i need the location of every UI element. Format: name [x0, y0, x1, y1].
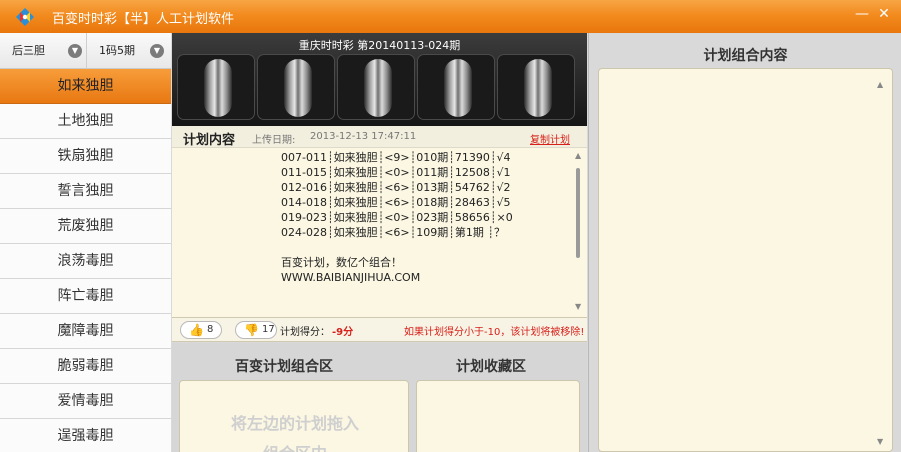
plan-line: 012-016┊如来独胆┊<6>┊013期┊54762┊√2	[281, 181, 511, 194]
combo-hint-line: 组合区内	[180, 439, 410, 452]
lottery-title: 重庆时时彩 第20140113-024期	[298, 39, 461, 52]
sidebar: 后三胆 ▼ 1码5期 ▼ 如来独胆 土地独胆 铁扇独胆 誓言独胆 荒废独胆 浪荡…	[0, 33, 171, 452]
combo-drop-zone[interactable]: 将左边的计划拖入 组合区内	[179, 380, 409, 452]
period-select-value: 1码5期	[99, 44, 135, 57]
plan-line: 019-023┊如来独胆┊<0>┊023期┊58656┊×0	[281, 211, 513, 224]
up-count: 8	[207, 324, 214, 335]
vote-row: 👍 8 👎 17 计划得分： -9分 如果计划得分小于-10，该计划将被移除!	[172, 318, 587, 342]
thumbs-down-button[interactable]: 👎 17	[235, 321, 277, 339]
plan-line: 014-018┊如来独胆┊<6>┊018期┊28463┊√5	[281, 196, 511, 209]
window-title: 百变时时彩【半】人工计划软件	[52, 12, 235, 27]
thumbs-down-icon: 👎	[244, 323, 259, 337]
score-value: -9分	[332, 327, 354, 338]
favorites-box[interactable]	[416, 380, 580, 452]
lottery-header: 重庆时时彩 第20140113-024期	[172, 33, 587, 126]
down-count: 17	[262, 324, 275, 335]
plan-item-langdang[interactable]: 浪荡毒胆	[0, 244, 171, 279]
lottery-reel	[177, 54, 255, 120]
removal-warning: 如果计划得分小于-10，该计划将被移除!	[404, 327, 585, 338]
center-panel: 重庆时时彩 第20140113-024期 计划内容 上传日期: 2013-12-…	[172, 33, 587, 452]
plan-item-rulai[interactable]: 如来独胆	[0, 69, 171, 104]
plan-header: 计划内容 上传日期: 2013-12-13 17:47:11 复制计划	[172, 126, 587, 148]
thumbs-up-icon: 👍	[189, 323, 204, 337]
plan-item-cuiruo[interactable]: 脆弱毒胆	[0, 349, 171, 384]
minimize-button[interactable]: —	[852, 5, 872, 23]
lottery-reel	[257, 54, 335, 120]
combo-content-title: 计划组合内容	[703, 48, 788, 64]
plan-note: 百变计划，数亿个组合！	[281, 256, 402, 269]
plan-content-panel: 计划内容 上传日期: 2013-12-13 17:47:11 复制计划 007-…	[172, 126, 587, 318]
plan-item-zhenwang[interactable]: 阵亡毒胆	[0, 279, 171, 314]
reel-blur	[284, 59, 312, 117]
filter-row: 后三胆 ▼ 1码5期 ▼	[0, 33, 171, 69]
plan-line: 007-011┊如来独胆┊<9>┊010期┊71390┊√4	[281, 151, 511, 164]
chevron-down-icon: ▼	[150, 44, 164, 58]
plan-line: 011-015┊如来独胆┊<0>┊011期┊12508┊√1	[281, 166, 511, 179]
reel-blur	[364, 59, 392, 117]
plan-item-huangfei[interactable]: 荒废独胆	[0, 209, 171, 244]
plan-item-tudi[interactable]: 土地独胆	[0, 104, 171, 139]
plan-line: 024-028┊如来独胆┊<6>┊109期┊第1期 ┊？	[281, 226, 505, 239]
title-bar: 百变时时彩【半】人工计划软件 — ✕	[0, 0, 901, 33]
upload-date-label: 上传日期:	[252, 135, 296, 146]
position-select-value: 后三胆	[12, 44, 45, 57]
scroll-up-arrow-icon[interactable]: ▲	[877, 80, 883, 89]
reel-blur	[204, 59, 232, 117]
position-select[interactable]: 后三胆 ▼	[0, 33, 87, 69]
copy-plan-link[interactable]: 复制计划	[530, 131, 570, 146]
plan-url: WWW.BAIBIANJIHUA.COM	[281, 271, 421, 284]
lottery-reel	[497, 54, 575, 120]
reel-blur	[524, 59, 552, 117]
combo-title: 百变计划组合区	[235, 359, 333, 375]
score-label: 计划得分：	[280, 327, 330, 338]
lottery-reel	[337, 54, 415, 120]
chevron-down-icon: ▼	[68, 44, 82, 58]
plan-item-shiyan[interactable]: 誓言独胆	[0, 174, 171, 209]
combo-hint: 将左边的计划拖入 组合区内	[180, 409, 410, 452]
scroll-down-arrow-icon[interactable]: ▼	[877, 437, 883, 446]
plan-item-aiqing[interactable]: 爱情毒胆	[0, 384, 171, 419]
upload-date-value: 2013-12-13 17:47:11	[310, 131, 417, 142]
plan-heading: 计划内容	[183, 133, 236, 148]
plan-item-tieshan[interactable]: 铁扇独胆	[0, 139, 171, 174]
plan-text: 007-011┊如来独胆┊<9>┊010期┊71390┊√4 011-015┊如…	[281, 150, 571, 285]
plan-item-chengqiang[interactable]: 逞强毒胆	[0, 419, 171, 452]
scrollbar-thumb[interactable]	[576, 168, 580, 258]
plan-list: 如来独胆 土地独胆 铁扇独胆 誓言独胆 荒废独胆 浪荡毒胆 阵亡毒胆 魔障毒胆 …	[0, 69, 171, 452]
right-panel: 计划组合内容 ▲ ▼	[588, 33, 901, 452]
lottery-reel	[417, 54, 495, 120]
combo-hint-line: 将左边的计划拖入	[230, 414, 359, 433]
bottom-area: 百变计划组合区 计划收藏区 将左边的计划拖入 组合区内	[172, 343, 587, 452]
close-button[interactable]: ✕	[874, 5, 894, 23]
favorites-title: 计划收藏区	[456, 359, 526, 375]
period-select[interactable]: 1码5期 ▼	[87, 33, 171, 69]
scroll-down-arrow-icon[interactable]: ▼	[575, 302, 581, 311]
reel-blur	[444, 59, 472, 117]
app-logo-icon	[16, 8, 34, 26]
scroll-up-arrow-icon[interactable]: ▲	[575, 151, 581, 160]
thumbs-up-button[interactable]: 👍 8	[180, 321, 222, 339]
combo-content-box	[598, 68, 893, 452]
plan-item-mozhang[interactable]: 魔障毒胆	[0, 314, 171, 349]
